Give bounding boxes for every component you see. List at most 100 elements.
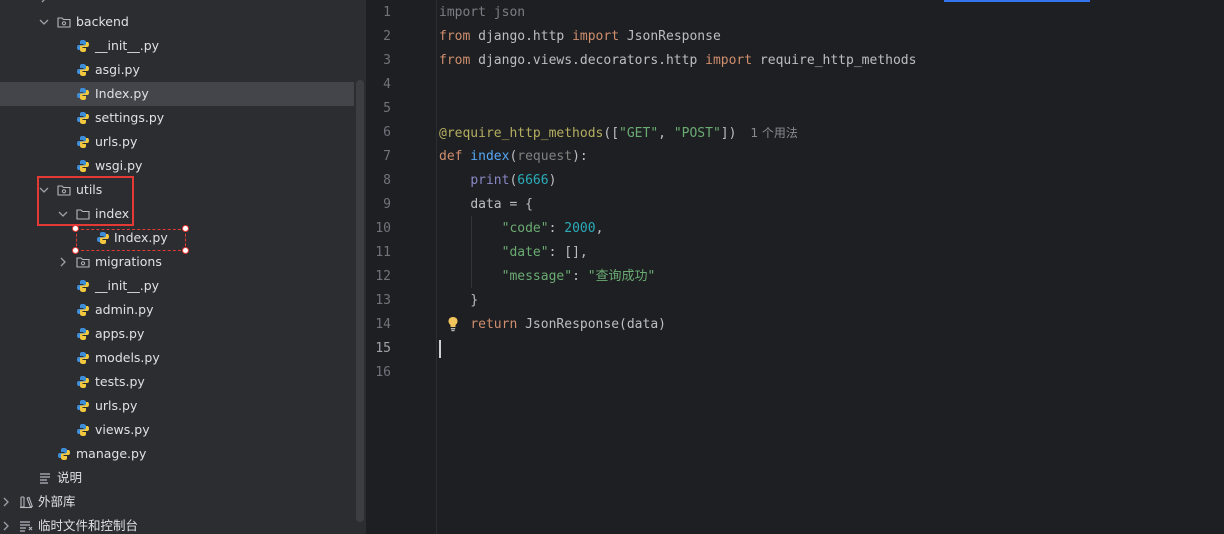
tree-item-wsgi-py[interactable]: wsgi.py (0, 154, 354, 178)
line-number-current: 15 (375, 341, 391, 356)
resize-handle[interactable] (182, 247, 189, 254)
project-tree-panel: backend __init__.py asgi.py Index.py set… (0, 0, 366, 534)
chevron-down-icon[interactable] (39, 185, 49, 195)
folder-icon (76, 207, 90, 221)
tree-item-asgi-py[interactable]: asgi.py (0, 58, 354, 82)
code-token: @require_http_methods (439, 126, 604, 141)
tree-item-readme[interactable]: 说明 (0, 466, 354, 490)
code-token: "date" (501, 245, 549, 260)
tree-item-admin-py[interactable]: admin.py (0, 298, 354, 322)
tree-item-label: asgi.py (95, 62, 140, 77)
code-token: from (439, 29, 471, 44)
python-icon (76, 327, 90, 341)
code-token: print (470, 173, 510, 188)
code-editor[interactable]: 1 import json 2 from django.http import … (366, 0, 1224, 534)
code-line-3[interactable]: 3 from django.views.decorators.http impo… (366, 49, 1224, 73)
tree-item-urls-py[interactable]: urls.py (0, 394, 354, 418)
code-line-13[interactable]: 13 } (366, 289, 1224, 313)
chevron-down-icon[interactable] (39, 17, 49, 27)
chevron-right-icon[interactable] (58, 257, 68, 267)
tree-item-manage-py[interactable]: manage.py (0, 442, 354, 466)
tree-item-apps-py[interactable]: apps.py (0, 322, 354, 346)
python-icon (57, 447, 71, 461)
text-file-icon (38, 471, 52, 485)
code-line-4[interactable]: 4 (366, 73, 1224, 97)
code-token: , (658, 126, 674, 141)
code-line-10[interactable]: 10 "code": 2000, (366, 217, 1224, 241)
code-line-15[interactable]: 15 (366, 337, 1224, 361)
python-icon (76, 159, 90, 173)
usage-hint[interactable]: 1 个用法 (750, 126, 797, 140)
tree-item-backend[interactable]: backend (0, 10, 354, 34)
code-token: require_http_methods (752, 53, 917, 68)
tree-scrollbar[interactable] (356, 80, 364, 522)
code-line-8[interactable]: 8 print(6666) (366, 169, 1224, 193)
code-token: import (705, 53, 753, 68)
line-number: 6 (383, 125, 391, 140)
python-icon (76, 399, 90, 413)
line-number: 16 (375, 365, 391, 380)
chevron-right-icon[interactable] (1, 497, 11, 507)
code-line-16[interactable]: 16 (366, 361, 1224, 385)
code-line-6[interactable]: 6 @require_http_methods(["GET", "POST"])… (366, 121, 1224, 145)
folder-package-icon (76, 255, 90, 269)
tree-item-models-py[interactable]: models.py (0, 346, 354, 370)
tree-item-label: 外部库 (38, 494, 76, 509)
code-line-9[interactable]: 9 data = { (366, 193, 1224, 217)
tree-item-label: manage.py (76, 446, 147, 461)
code-token: 2000 (564, 221, 596, 236)
resize-handle[interactable] (182, 225, 189, 232)
code-line-1[interactable]: 1 import json (366, 1, 1224, 25)
tree-item-scratches-consoles[interactable]: 临时文件和控制台 (0, 514, 354, 534)
tree-item-index-py-selected[interactable]: Index.py (0, 82, 354, 106)
resize-handle[interactable] (72, 247, 79, 254)
tree-item-tests-py[interactable]: tests.py (0, 370, 354, 394)
resize-handle[interactable] (72, 225, 79, 232)
code-token: django.views.decorators.http (470, 53, 706, 68)
code-line-11[interactable]: 11 "date": [], (366, 241, 1224, 265)
python-icon (76, 351, 90, 365)
lightbulb-icon[interactable] (446, 316, 460, 332)
code-token: , (595, 221, 604, 236)
chevron-right-icon[interactable] (1, 521, 11, 531)
tree-item-index-folder[interactable]: index (0, 202, 354, 226)
code-line-2[interactable]: 2 from django.http import JsonResponse (366, 25, 1224, 49)
line-number: 5 (383, 101, 391, 116)
line-number: 3 (383, 53, 391, 68)
code-token: django.http (470, 29, 573, 44)
library-icon (19, 495, 34, 509)
tree-row-cut[interactable] (0, 0, 354, 10)
tree-item-label: urls.py (95, 398, 138, 413)
tree-item-label: __init__.py (95, 278, 160, 293)
tree-item-migrations[interactable]: migrations (0, 250, 354, 274)
chevron-down-icon[interactable] (58, 209, 68, 219)
code-token: def (439, 149, 463, 164)
line-number: 14 (375, 317, 391, 332)
code-line-7[interactable]: 7 def index(request): (366, 145, 1224, 169)
tree-item-label: admin.py (95, 302, 154, 317)
tree-item-external-libraries[interactable]: 外部库 (0, 490, 354, 514)
tree-item-init-py[interactable]: __init__.py (0, 274, 354, 298)
code-token: import (439, 5, 486, 20)
code-token: json (485, 5, 526, 20)
tree-item-urls-py[interactable]: urls.py (0, 130, 354, 154)
code-token: : (572, 269, 588, 284)
chevron-right-icon[interactable] (39, 0, 49, 3)
code-token: request (517, 149, 573, 164)
code-line-5[interactable]: 5 (366, 97, 1224, 121)
python-icon (76, 303, 90, 317)
code-line-12[interactable]: 12 "message": "查询成功" (366, 265, 1224, 289)
tree-item-label: backend (76, 14, 129, 29)
code-token: ([ (603, 126, 620, 141)
tree-item-label: apps.py (95, 326, 145, 341)
line-number: 4 (383, 77, 391, 92)
tree-item-init-py[interactable]: __init__.py (0, 34, 354, 58)
tree-item-label: __init__.py (95, 38, 160, 53)
code-line-14[interactable]: 14 return JsonResponse(data) (366, 313, 1224, 337)
tree-item-label: 说明 (57, 470, 83, 485)
tree-item-views-py[interactable]: views.py (0, 418, 354, 442)
tree-item-utils[interactable]: utils (0, 178, 354, 202)
python-icon (76, 375, 90, 389)
line-number: 7 (383, 149, 391, 164)
tree-item-settings-py[interactable]: settings.py (0, 106, 354, 130)
